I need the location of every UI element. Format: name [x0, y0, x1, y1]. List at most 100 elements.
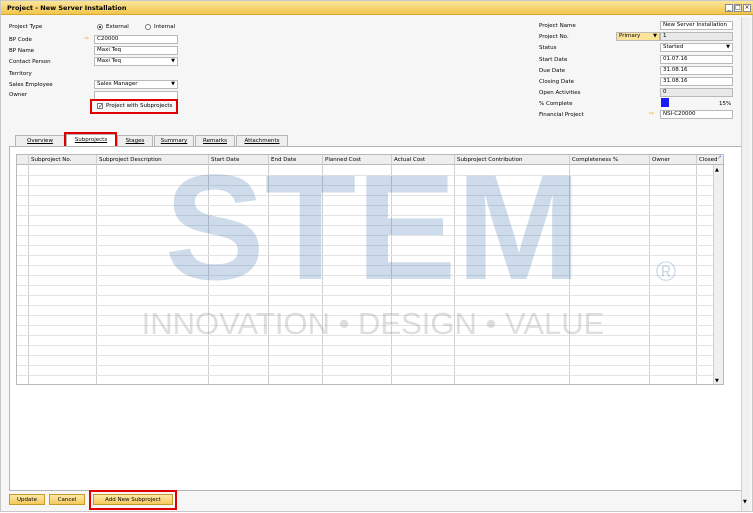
dropdown-arrow-icon: ▼: [653, 33, 657, 39]
table-row[interactable]: [17, 175, 723, 176]
contact-select[interactable]: Maxi Teq ▼: [94, 57, 178, 66]
table-row[interactable]: [17, 225, 723, 226]
table-row[interactable]: [17, 205, 723, 206]
column-header[interactable]: Subproject Contribution: [457, 157, 522, 163]
project-no-label: Project No.: [539, 34, 569, 40]
closing-date-label: Closing Date: [539, 79, 574, 85]
project-window: Project - New Server Installation _ □ × …: [0, 0, 753, 512]
table-row[interactable]: [17, 195, 723, 196]
contact-value: Maxi Teq: [97, 58, 121, 64]
table-row[interactable]: [17, 235, 723, 236]
sales-employee-value: Sales Manager: [97, 81, 138, 87]
external-radio[interactable]: [97, 24, 103, 30]
bp-name-label: BP Name: [9, 48, 35, 54]
table-header: Subproject No. Subproject Description St…: [17, 155, 723, 165]
project-type-label: Project Type: [9, 24, 43, 30]
close-icon[interactable]: ×: [743, 4, 751, 12]
status-label: Status: [539, 45, 557, 51]
table-row[interactable]: [17, 375, 723, 376]
grid-line: [322, 155, 323, 384]
scroll-up-icon[interactable]: ▲: [715, 167, 719, 173]
subprojects-checkbox[interactable]: ✓: [97, 103, 103, 110]
financial-project-label: Financial Project: [539, 112, 584, 118]
highlight-box: [89, 490, 177, 510]
status-value: Started: [663, 44, 684, 50]
grid-line: [391, 155, 392, 384]
open-activities-field: 0: [660, 88, 733, 97]
open-activities-label: Open Activities: [539, 90, 581, 96]
column-header[interactable]: Owner: [652, 157, 670, 163]
grid-line: [696, 155, 697, 384]
tab-summary[interactable]: Summary: [154, 135, 194, 146]
table-row[interactable]: [17, 345, 723, 346]
table-row[interactable]: [17, 365, 723, 366]
contact-label: Contact Person: [9, 59, 51, 65]
window-scrollbar[interactable]: ▼: [741, 17, 750, 511]
subprojects-table[interactable]: Subproject No. Subproject Description St…: [16, 154, 724, 385]
table-row[interactable]: [17, 245, 723, 246]
project-name-field[interactable]: New Server Installation: [660, 21, 733, 30]
tab-overview[interactable]: Overview: [15, 135, 65, 146]
table-row[interactable]: [17, 255, 723, 256]
minimize-icon[interactable]: _: [725, 4, 733, 12]
table-row[interactable]: [17, 285, 723, 286]
start-date-field[interactable]: 01.07.16: [660, 55, 733, 64]
table-row[interactable]: [17, 305, 723, 306]
sales-employee-label: Sales Employee: [9, 82, 53, 88]
tab-stages[interactable]: Stages: [117, 135, 153, 146]
expand-icon[interactable]: ↗: [717, 155, 722, 161]
series-value: Primary: [619, 33, 641, 39]
column-header[interactable]: Subproject Description: [99, 157, 162, 163]
grid-line: [208, 155, 209, 384]
due-date-field[interactable]: 31.08.16: [660, 66, 733, 75]
column-header[interactable]: Planned Cost: [325, 157, 361, 163]
scroll-down-icon[interactable]: ▼: [715, 378, 719, 384]
status-select[interactable]: Started ▼: [660, 43, 733, 52]
internal-label: Internal: [154, 24, 176, 30]
start-date-label: Start Date: [539, 57, 568, 63]
grid-line: [268, 155, 269, 384]
column-header[interactable]: End Date: [271, 157, 296, 163]
owner-label: Owner: [9, 92, 27, 98]
dropdown-arrow-icon: ▼: [171, 81, 175, 87]
series-select[interactable]: Primary ▼: [616, 32, 660, 41]
subprojects-panel: Subproject No. Subproject Description St…: [9, 146, 745, 491]
closing-date-field[interactable]: 31.08.16: [660, 77, 733, 86]
update-button[interactable]: Update: [9, 494, 45, 505]
due-date-label: Due Date: [539, 68, 565, 74]
table-row[interactable]: [17, 215, 723, 216]
tab-attachments[interactable]: Attachments: [236, 135, 288, 146]
link-arrow-icon[interactable]: ⇨: [84, 36, 92, 42]
column-header[interactable]: Completeness %: [572, 157, 618, 163]
link-arrow-icon[interactable]: ⇨: [649, 111, 657, 117]
column-header[interactable]: Actual Cost: [394, 157, 425, 163]
dropdown-arrow-icon: ▼: [726, 44, 730, 50]
maximize-icon[interactable]: □: [734, 4, 742, 12]
column-header[interactable]: Subproject No.: [31, 157, 71, 163]
column-header[interactable]: Start Date: [211, 157, 239, 163]
table-row[interactable]: [17, 265, 723, 266]
table-row[interactable]: [17, 355, 723, 356]
window-title: Project - New Server Installation: [7, 4, 127, 12]
bp-name-field[interactable]: Maxi Teq: [94, 46, 178, 55]
table-row[interactable]: [17, 325, 723, 326]
dropdown-arrow-icon: ▼: [171, 58, 175, 64]
table-scrollbar[interactable]: ▲ ▼: [713, 165, 723, 384]
scroll-down-icon[interactable]: ▼: [743, 499, 747, 505]
grid-line: [96, 155, 97, 384]
table-row[interactable]: [17, 295, 723, 296]
table-row[interactable]: [17, 275, 723, 276]
internal-radio[interactable]: [145, 24, 151, 30]
column-header[interactable]: Closed: [699, 157, 717, 163]
table-row[interactable]: [17, 335, 723, 336]
cancel-button[interactable]: Cancel: [49, 494, 85, 505]
sales-employee-select[interactable]: Sales Manager ▼: [94, 80, 178, 89]
table-row[interactable]: [17, 185, 723, 186]
subprojects-label: Project with Subprojects: [106, 103, 173, 109]
tab-remarks[interactable]: Remarks: [195, 135, 235, 146]
bp-code-field[interactable]: C20000: [94, 35, 178, 44]
financial-project-field[interactable]: NSI-C20000: [660, 110, 733, 119]
progress-bar: [661, 98, 669, 107]
table-row[interactable]: [17, 315, 723, 316]
grid-line: [28, 155, 29, 384]
